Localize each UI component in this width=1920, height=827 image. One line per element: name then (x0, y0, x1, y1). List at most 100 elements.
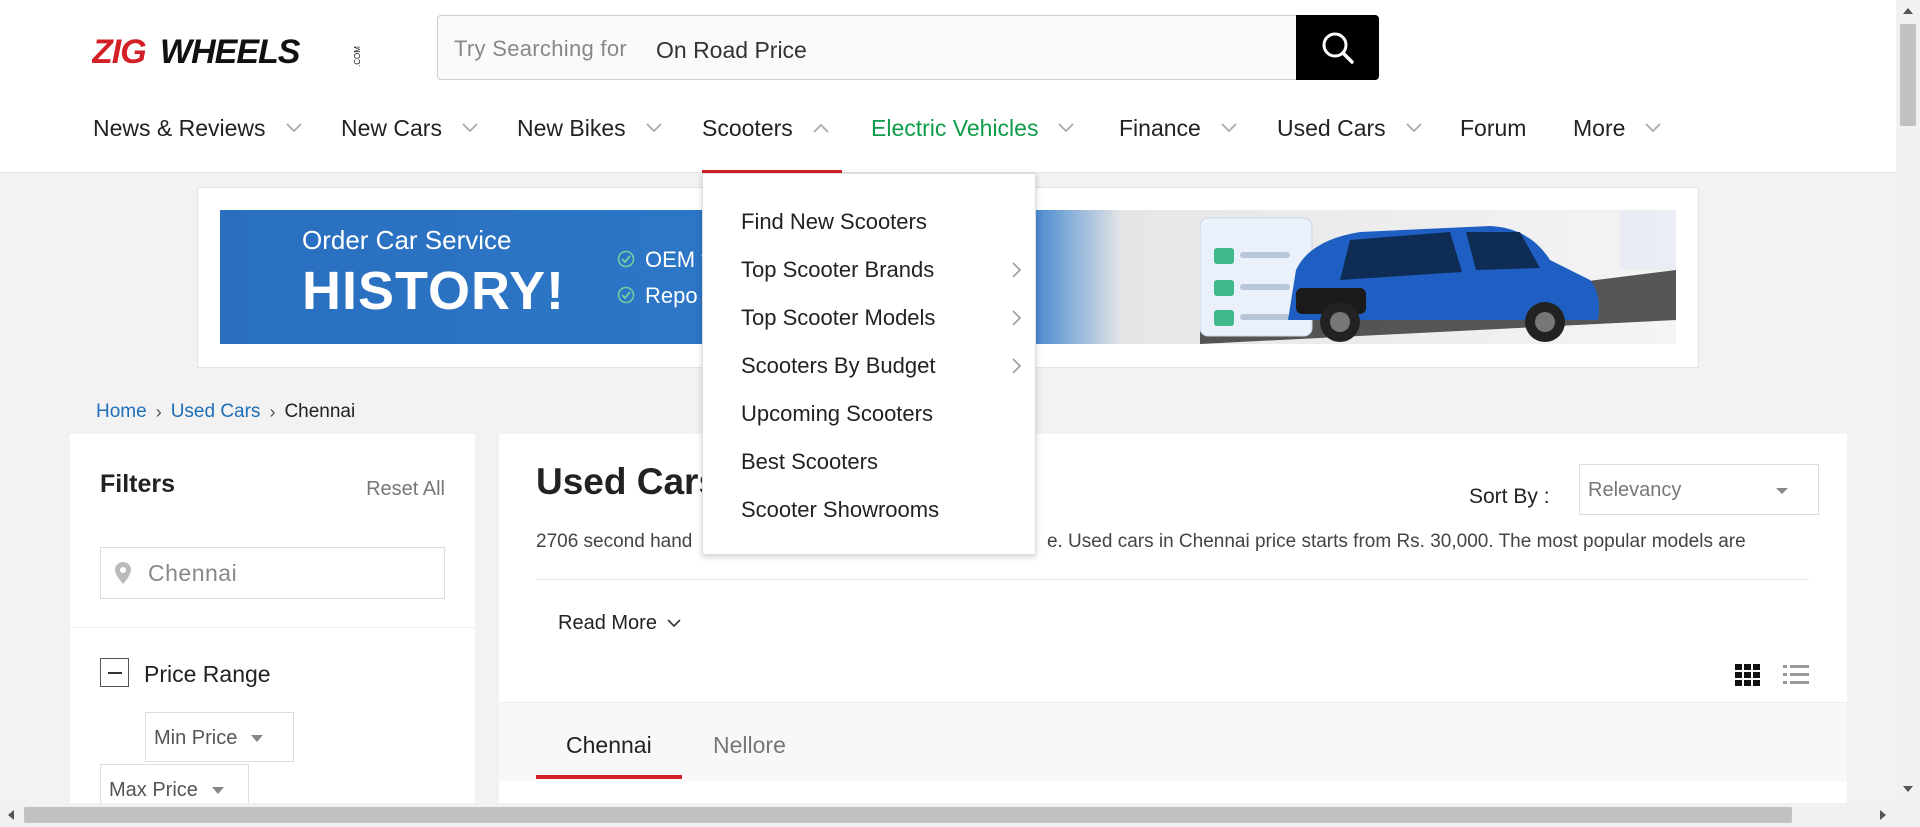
scroll-right-arrow-icon[interactable] (1880, 810, 1886, 820)
caret-down-icon (251, 735, 264, 742)
menu-item-label: Scooter Showrooms (741, 497, 940, 522)
location-pin-icon (115, 562, 131, 584)
menu-item-top-scooter-models[interactable]: Top Scooter Models (741, 305, 1021, 331)
menu-item-best-scooters[interactable]: Best Scooters (741, 449, 1021, 475)
read-more-button[interactable]: Read More (558, 612, 681, 635)
max-price-label: Max Price (109, 779, 198, 801)
filters-title: Filters (100, 470, 176, 498)
search-input[interactable]: On Road Price (656, 37, 807, 64)
nav-news-reviews[interactable]: News & Reviews (93, 113, 302, 143)
active-tab-indicator (536, 775, 682, 779)
chevron-down-icon (1221, 123, 1237, 133)
min-price-label: Min Price (154, 727, 238, 749)
chevron-down-icon (285, 123, 302, 133)
svg-text:WHEELS: WHEELS (160, 33, 301, 69)
menu-item-label: Best Scooters (741, 449, 878, 474)
filters-panel: Filters Reset All Chennai Price Range Mi… (70, 434, 475, 827)
svg-text:ZIG: ZIG (92, 33, 146, 69)
breadcrumb-used-cars[interactable]: Used Cars (171, 401, 261, 423)
horizontal-scroll-thumb[interactable] (24, 807, 1792, 823)
min-price-select[interactable]: Min Price (145, 712, 294, 762)
nav-label: More (1573, 114, 1626, 141)
chevron-down-icon (1645, 123, 1662, 133)
car-illustration (1200, 210, 1676, 344)
menu-item-upcoming-scooters[interactable]: Upcoming Scooters (741, 401, 1021, 427)
search-prefix: Try Searching for (454, 36, 628, 61)
sort-value: Relevancy (1588, 479, 1682, 501)
menu-item-label: Scooters By Budget (741, 353, 936, 378)
vertical-scroll-thumb[interactable] (1900, 24, 1916, 126)
svg-text:.COM: .COM (353, 46, 362, 67)
nav-scooters[interactable]: Scooters (702, 113, 829, 143)
nav-label: Electric Vehicles (871, 114, 1039, 141)
menu-item-top-scooter-brands[interactable]: Top Scooter Brands (741, 257, 1021, 283)
desc-start: 2706 second hand (536, 531, 693, 552)
scroll-up-arrow-icon[interactable] (1903, 8, 1913, 14)
grid-view-icon[interactable] (1735, 664, 1761, 686)
divider (536, 579, 1809, 580)
chevron-up-icon (813, 123, 829, 133)
menu-item-label: Find New Scooters (741, 209, 927, 234)
divider (70, 627, 475, 628)
search-button[interactable] (1296, 15, 1379, 80)
banner-line1: Order Car Service (302, 225, 512, 255)
chevron-down-icon (1058, 123, 1075, 133)
menu-item-find-new-scooters[interactable]: Find New Scooters (741, 209, 1021, 235)
vertical-scrollbar[interactable] (1896, 0, 1920, 803)
site-header: ZIG WHEELS .COM Try Searching for On Roa… (0, 0, 1896, 174)
chevron-down-icon (1406, 123, 1422, 133)
nav-new-cars[interactable]: New Cars (341, 113, 478, 143)
check-circle-icon (617, 286, 635, 304)
breadcrumb-separator-icon: › (155, 401, 162, 422)
breadcrumb-current: Chennai (284, 401, 356, 422)
chevron-down-icon (646, 123, 662, 133)
scroll-down-arrow-icon[interactable] (1903, 786, 1913, 792)
list-view-icon[interactable] (1783, 664, 1809, 686)
nav-more[interactable]: More (1573, 113, 1662, 143)
menu-item-scooter-showrooms[interactable]: Scooter Showrooms (741, 497, 1021, 523)
nav-forum[interactable]: Forum (1460, 113, 1526, 143)
search-box[interactable]: Try Searching for On Road Price (437, 15, 1379, 80)
nav-electric-vehicles[interactable]: Electric Vehicles (871, 113, 1075, 143)
menu-item-scooters-by-budget[interactable]: Scooters By Budget (741, 353, 1021, 379)
nav-label: News & Reviews (93, 114, 266, 141)
main-nav: News & Reviews New Cars New Bikes Scoote… (0, 103, 1896, 174)
scroll-left-arrow-icon[interactable] (8, 810, 14, 820)
chevron-down-icon (667, 619, 681, 628)
tab-nellore[interactable]: Nellore (713, 732, 786, 759)
location-value: Chennai (148, 560, 238, 586)
breadcrumb: Home › Used Cars › Chennai (96, 401, 355, 423)
nav-label: Forum (1460, 114, 1527, 141)
scooters-dropdown-menu: Find New Scooters Top Scooter Brands Top… (702, 173, 1036, 555)
breadcrumb-separator-icon: › (269, 401, 276, 422)
nav-label: New Cars (341, 114, 442, 141)
nav-label: New Bikes (517, 114, 626, 141)
reset-all-button[interactable]: Reset All (366, 478, 445, 501)
caret-down-icon (211, 787, 224, 794)
menu-item-label: Upcoming Scooters (741, 401, 933, 426)
read-more-label: Read More (558, 612, 657, 634)
tab-chennai[interactable]: Chennai (566, 732, 652, 759)
sort-by-label: Sort By : (1469, 485, 1550, 508)
nav-label: Used Cars (1277, 114, 1386, 141)
horizontal-scrollbar[interactable] (0, 803, 1920, 827)
collapse-minus-icon[interactable] (100, 658, 129, 687)
breadcrumb-home[interactable]: Home (96, 401, 147, 423)
price-range-label: Price Range (144, 661, 271, 687)
nav-finance[interactable]: Finance (1119, 113, 1237, 143)
nav-label: Scooters (702, 114, 793, 141)
nav-new-bikes[interactable]: New Bikes (517, 113, 662, 143)
chevron-down-icon (462, 123, 478, 133)
banner-bullet2: Repo (645, 283, 698, 308)
search-icon (1322, 32, 1354, 64)
check-circle-icon (617, 250, 635, 268)
zigwheels-logo[interactable]: ZIG WHEELS .COM (92, 31, 372, 69)
banner-line2: HISTORY! (302, 261, 566, 321)
nav-used-cars[interactable]: Used Cars (1277, 113, 1422, 143)
nav-label: Finance (1119, 114, 1201, 141)
location-input[interactable]: Chennai (100, 547, 445, 599)
page-title: Used Cars (536, 461, 720, 502)
chevron-right-icon (1012, 358, 1021, 374)
menu-item-label: Top Scooter Brands (741, 257, 935, 282)
sort-select[interactable]: Relevancy (1579, 464, 1819, 515)
